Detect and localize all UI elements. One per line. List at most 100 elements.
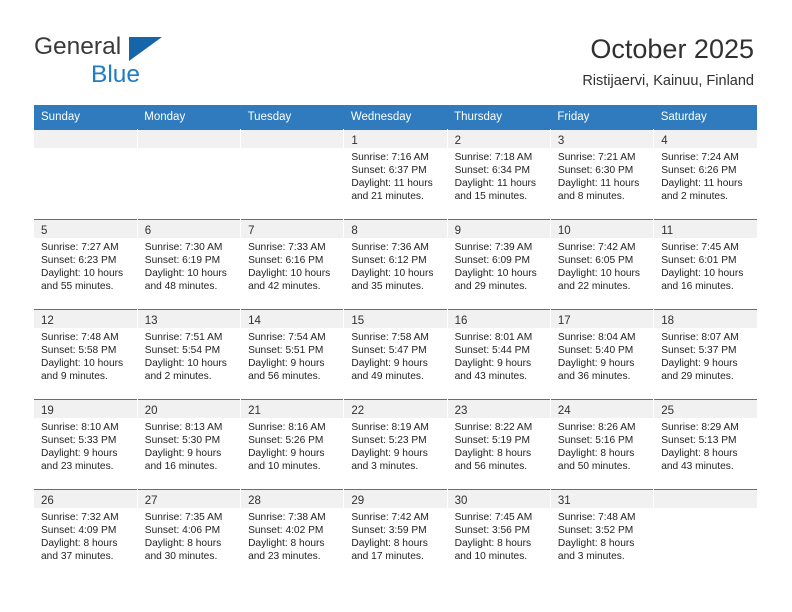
day-cell-content: 17 Sunrise: 8:04 AM Sunset: 5:40 PM Dayligh… [550,310,654,399]
calendar-day-cell[interactable]: 24 Sunrise: 8:26 AM Sunset: 5:16 PM Dayligh… [550,399,655,490]
daylight-text-line2: and 2 minutes. [661,191,729,203]
day-number-band: 7 [241,220,344,238]
day-cell-empty [34,130,137,219]
daylight-text-line2: and 21 minutes. [351,191,424,203]
calendar-day-cell[interactable]: 28 Sunrise: 7:38 AM Sunset: 4:02 PM Dayligh… [240,489,345,580]
day-number: 23 [454,405,468,417]
calendar-day-cell[interactable]: 31 Sunrise: 7:48 AM Sunset: 3:52 PM Dayligh… [550,489,655,580]
calendar-day-cell[interactable]: 7 Sunrise: 7:33 AM Sunset: 6:16 PM Daylight… [240,219,345,310]
daylight-text-line2: and 30 minutes. [144,551,218,563]
calendar-day-cell[interactable]: 26 Sunrise: 7:32 AM Sunset: 4:09 PM Dayligh… [34,489,138,580]
calendar-day-cell[interactable]: 18 Sunrise: 8:07 AM Sunset: 5:37 PM Dayligh… [653,309,757,400]
day-cell-content: 21 Sunrise: 8:16 AM Sunset: 5:26 PM Dayligh… [241,400,344,489]
daylight-text-line1: Daylight: 10 hours [248,268,331,280]
day-cell-content: 30 Sunrise: 7:45 AM Sunset: 3:56 PM Dayligh… [447,490,550,579]
day-number: 7 [248,225,255,237]
calendar-day-cell[interactable]: 15 Sunrise: 7:58 AM Sunset: 5:47 PM Dayligh… [343,309,448,400]
calendar-day-cell[interactable]: 30 Sunrise: 7:45 AM Sunset: 3:56 PM Dayligh… [447,489,551,580]
calendar-day-cell[interactable]: 25 Sunrise: 8:29 AM Sunset: 5:13 PM Dayligh… [653,399,757,490]
daylight-text-line2: and 43 minutes. [661,461,734,473]
calendar-day-cell[interactable] [137,129,242,220]
calendar-day-cell[interactable]: 4 Sunrise: 7:24 AM Sunset: 6:26 PM Daylight… [653,129,757,220]
daylight-text-line2: and 29 minutes. [661,371,734,383]
daylight-text-line1: Daylight: 10 hours [454,268,537,280]
weekday-header-sunday: Sunday [34,105,138,130]
general-blue-logo[interactable]: General Blue [34,33,214,88]
day-number: 30 [454,495,468,507]
calendar-day-cell[interactable]: 1 Sunrise: 7:16 AM Sunset: 6:37 PM Daylight… [343,129,448,220]
calendar-day-cell[interactable]: 23 Sunrise: 8:22 AM Sunset: 5:19 PM Dayligh… [447,399,551,490]
day-number-band: 2 [447,130,550,148]
day-cell-empty [137,130,241,219]
daylight-text-line2: and 22 minutes. [557,281,631,293]
calendar-day-cell[interactable]: 3 Sunrise: 7:21 AM Sunset: 6:30 PM Daylight… [550,129,655,220]
calendar-day-cell[interactable]: 9 Sunrise: 7:39 AM Sunset: 6:09 PM Daylight… [447,219,551,310]
daylight-text-line2: and 37 minutes. [41,551,114,563]
daylight-text-line2: and 10 minutes. [454,551,528,563]
daylight-text-line1: Daylight: 10 hours [351,268,434,280]
day-number-band: 5 [34,220,137,238]
day-cell-content: 14 Sunrise: 7:54 AM Sunset: 5:51 PM Dayligh… [241,310,344,399]
sun-info-block: Sunrise: 7:45 AM Sunset: 6:01 PM Daylight:… [654,238,757,293]
sunrise-text: Sunrise: 7:21 AM [557,152,636,163]
calendar-day-cell[interactable] [34,129,138,220]
sun-info-block: Sunrise: 7:48 AM Sunset: 5:58 PM Daylight:… [34,328,137,383]
calendar-day-cell[interactable]: 16 Sunrise: 8:01 AM Sunset: 5:44 PM Dayligh… [447,309,551,400]
daylight-text-line2: and 2 minutes. [144,371,212,383]
daylight-text-line2: and 16 minutes. [661,281,734,293]
sunrise-text: Sunrise: 7:18 AM [454,152,533,163]
daylight-text-line1: Daylight: 9 hours [351,358,428,370]
day-number: 31 [557,495,571,507]
calendar-body: 1 Sunrise: 7:16 AM Sunset: 6:37 PM Daylight… [34,129,757,580]
day-number-band: 22 [344,400,447,418]
day-number-band: 17 [550,310,654,328]
sun-info-block: Sunrise: 8:10 AM Sunset: 5:33 PM Daylight:… [34,418,137,473]
sunrise-text: Sunrise: 7:27 AM [41,242,119,253]
calendar-day-cell[interactable]: 29 Sunrise: 7:42 AM Sunset: 3:59 PM Dayligh… [343,489,448,580]
calendar-week-row: 26 Sunrise: 7:32 AM Sunset: 4:09 PM Dayligh… [34,489,757,580]
day-number: 17 [557,315,571,327]
sun-info-block: Sunrise: 7:21 AM Sunset: 6:30 PM Daylight:… [551,148,653,203]
day-number: 16 [454,315,468,327]
daylight-text-line1: Daylight: 9 hours [248,448,325,460]
sunrise-text: Sunrise: 8:29 AM [661,422,739,433]
calendar-day-cell[interactable]: 22 Sunrise: 8:19 AM Sunset: 5:23 PM Dayligh… [343,399,448,490]
calendar-day-cell[interactable]: 12 Sunrise: 7:48 AM Sunset: 5:58 PM Dayligh… [34,309,138,400]
daylight-text-line2: and 10 minutes. [248,461,321,473]
calendar-day-cell[interactable]: 8 Sunrise: 7:36 AM Sunset: 6:12 PM Daylight… [343,219,448,310]
sunset-text: Sunset: 3:52 PM [557,525,634,537]
calendar-day-cell[interactable]: 21 Sunrise: 8:16 AM Sunset: 5:26 PM Dayligh… [240,399,345,490]
calendar-day-cell[interactable]: 13 Sunrise: 7:51 AM Sunset: 5:54 PM Dayligh… [137,309,242,400]
calendar-day-cell[interactable] [240,129,345,220]
sun-info-block: Sunrise: 7:42 AM Sunset: 6:05 PM Daylight:… [551,238,653,293]
day-cell-content: 9 Sunrise: 7:39 AM Sunset: 6:09 PM Daylight… [447,220,550,309]
daylight-text-line1: Daylight: 9 hours [454,358,532,370]
calendar-day-cell[interactable]: 2 Sunrise: 7:18 AM Sunset: 6:34 PM Daylight… [447,129,551,220]
calendar-day-cell[interactable]: 17 Sunrise: 8:04 AM Sunset: 5:40 PM Dayligh… [550,309,655,400]
calendar-day-cell[interactable] [653,489,757,580]
calendar-week-row: 19 Sunrise: 8:10 AM Sunset: 5:33 PM Dayligh… [34,399,757,490]
sunset-text: Sunset: 3:56 PM [454,525,530,537]
sun-info-block: Sunrise: 7:42 AM Sunset: 3:59 PM Daylight:… [344,508,446,563]
calendar-day-cell[interactable]: 10 Sunrise: 7:42 AM Sunset: 6:05 PM Dayligh… [550,219,655,310]
sun-info-block: Sunrise: 8:13 AM Sunset: 5:30 PM Daylight:… [138,418,240,473]
logo-text-blue: Blue [91,61,141,88]
sunrise-text: Sunrise: 8:01 AM [454,332,533,343]
day-number-band: 6 [137,220,241,238]
sun-info-block: Sunrise: 7:18 AM Sunset: 6:34 PM Daylight:… [448,148,550,203]
sun-info-block: Sunrise: 7:16 AM Sunset: 6:37 PM Daylight:… [344,148,446,203]
calendar-day-cell[interactable]: 19 Sunrise: 8:10 AM Sunset: 5:33 PM Dayligh… [34,399,138,490]
calendar-day-cell[interactable]: 20 Sunrise: 8:13 AM Sunset: 5:30 PM Dayligh… [137,399,242,490]
day-number: 27 [144,495,158,507]
calendar-day-cell[interactable]: 11 Sunrise: 7:45 AM Sunset: 6:01 PM Dayligh… [653,219,757,310]
sunrise-text: Sunrise: 8:04 AM [557,332,636,343]
calendar-day-cell[interactable]: 14 Sunrise: 7:54 AM Sunset: 5:51 PM Dayligh… [240,309,345,400]
sunrise-text: Sunrise: 7:36 AM [351,242,429,253]
calendar-day-cell[interactable]: 6 Sunrise: 7:30 AM Sunset: 6:19 PM Daylight… [137,219,242,310]
calendar-day-cell[interactable]: 5 Sunrise: 7:27 AM Sunset: 6:23 PM Daylight… [34,219,138,310]
sunrise-text: Sunrise: 8:13 AM [144,422,223,433]
calendar-page: General Blue October 2025 Ristijaervi, K… [0,0,792,612]
sunset-text: Sunset: 6:23 PM [41,255,117,267]
calendar-day-cell[interactable]: 27 Sunrise: 7:35 AM Sunset: 4:06 PM Dayligh… [137,489,242,580]
sunrise-text: Sunrise: 7:38 AM [248,512,326,523]
